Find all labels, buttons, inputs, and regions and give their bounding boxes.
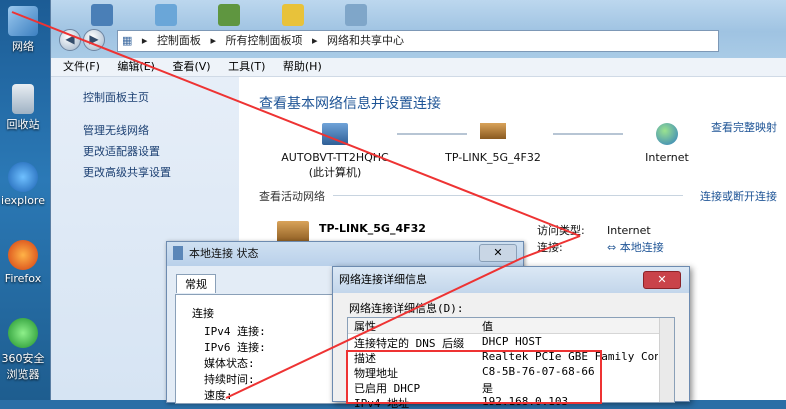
annotation-arrow-1 [11, 11, 581, 237]
annotation-arrow-2 [521, 235, 581, 259]
annotation-arrow-3 [225, 257, 523, 399]
annotation-arrows [11, 11, 581, 399]
